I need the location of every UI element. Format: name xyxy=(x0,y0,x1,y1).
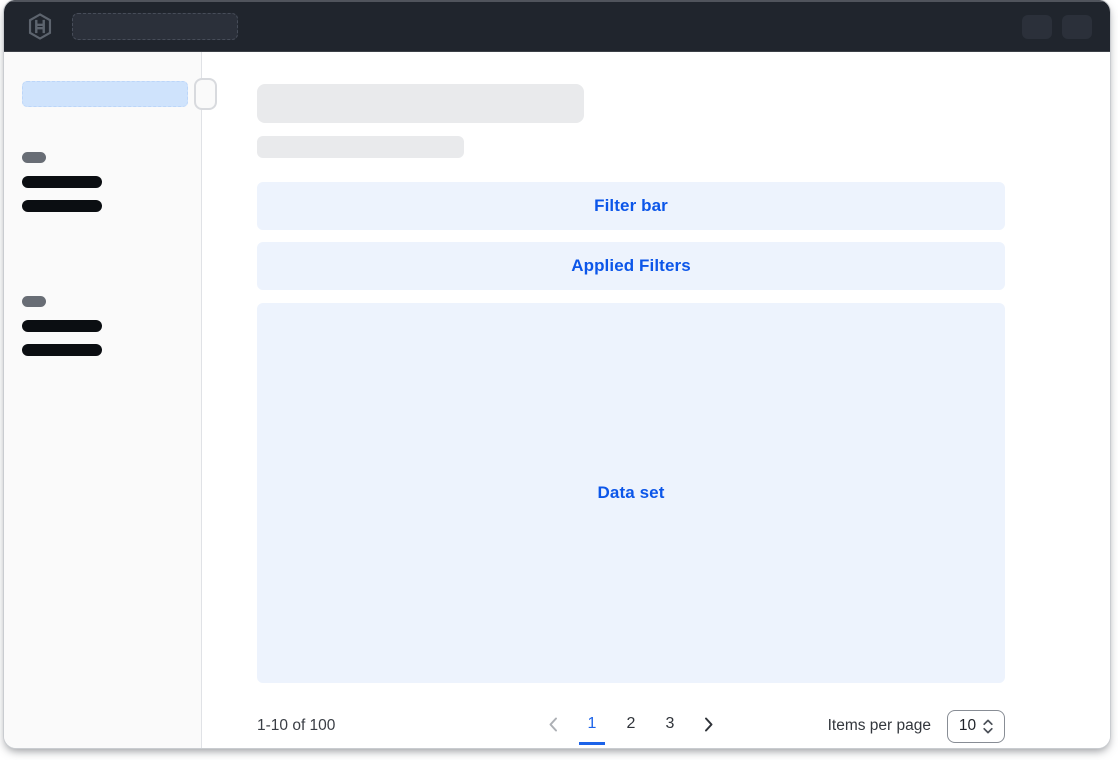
sidebar xyxy=(4,52,202,748)
pagination-range-text: 1-10 of 100 xyxy=(257,717,335,735)
chevron-right-icon[interactable] xyxy=(696,710,721,738)
page-subtitle-skeleton xyxy=(257,136,464,158)
page-button-1[interactable]: 1 xyxy=(579,710,605,745)
applied-filters-label: Applied Filters xyxy=(571,256,691,276)
up-down-caret-icon xyxy=(983,719,993,734)
sidebar-nav-item-skeleton[interactable] xyxy=(22,320,102,332)
header-search-skeleton[interactable] xyxy=(72,13,238,40)
items-per-page-select[interactable]: 10 xyxy=(947,710,1005,743)
filter-bar-label: Filter bar xyxy=(594,196,668,216)
items-per-page-group: Items per page 10 xyxy=(828,710,1005,743)
header-action-skeleton-1[interactable] xyxy=(1022,15,1052,39)
page-button-2[interactable]: 2 xyxy=(618,710,644,745)
sidebar-section-label-skeleton xyxy=(22,296,46,307)
sidebar-active-item-skeleton[interactable] xyxy=(22,81,188,107)
applied-filters-section: Applied Filters xyxy=(257,242,1005,290)
sidebar-nav-item-skeleton[interactable] xyxy=(22,344,102,356)
page-title-skeleton xyxy=(257,84,584,123)
page-controls: 1 2 3 xyxy=(541,710,721,745)
top-navbar xyxy=(4,0,1110,52)
hashicorp-logo-icon[interactable] xyxy=(26,13,54,41)
sidebar-toggle-tab[interactable] xyxy=(194,78,217,110)
filter-bar-section: Filter bar xyxy=(257,182,1005,230)
main-area: Filter bar Applied Filters Data set 1-10… xyxy=(202,52,1110,748)
app-body: Filter bar Applied Filters Data set 1-10… xyxy=(4,52,1110,748)
content-column: Filter bar Applied Filters Data set 1-10… xyxy=(257,52,1005,748)
page-button-3[interactable]: 3 xyxy=(657,710,683,745)
data-set-label: Data set xyxy=(598,483,665,503)
header-action-skeleton-2[interactable] xyxy=(1062,15,1092,39)
sidebar-section-label-skeleton xyxy=(22,152,46,163)
items-per-page-label: Items per page xyxy=(828,717,931,735)
app-window: Filter bar Applied Filters Data set 1-10… xyxy=(4,0,1110,748)
data-set-section: Data set xyxy=(257,303,1005,683)
sidebar-nav-item-skeleton[interactable] xyxy=(22,176,102,188)
sidebar-nav-item-skeleton[interactable] xyxy=(22,200,102,212)
pagination-bar: 1-10 of 100 1 2 3 xyxy=(257,700,1005,748)
items-per-page-value: 10 xyxy=(959,717,976,735)
chevron-left-icon[interactable] xyxy=(541,710,566,738)
